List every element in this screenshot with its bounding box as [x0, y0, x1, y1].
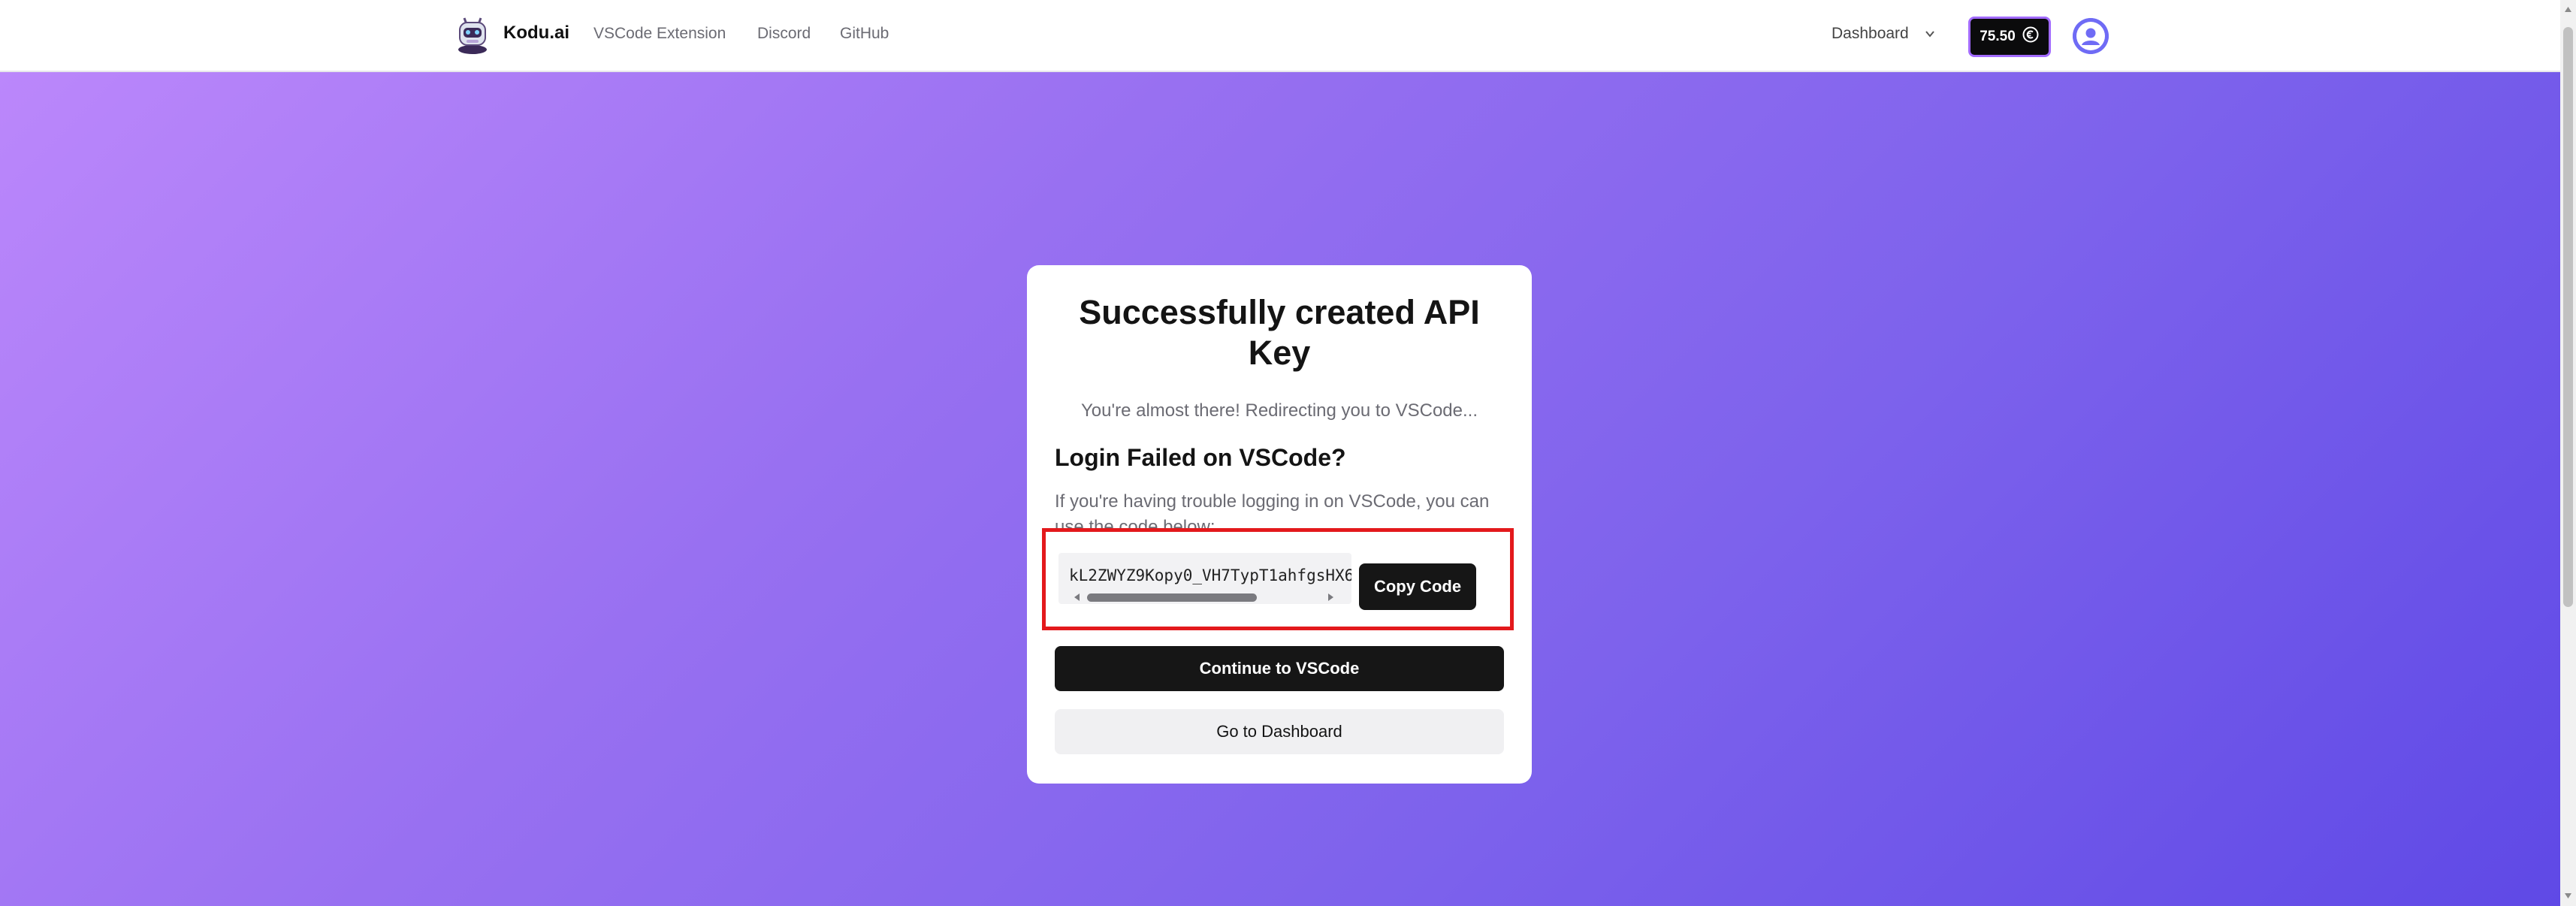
brand-name[interactable]: Kodu.ai [503, 23, 569, 44]
vertical-scrollbar-thumb[interactable] [2563, 27, 2573, 607]
redirect-message: You're almost there! Redirecting you to … [1081, 400, 1478, 421]
copy-code-button[interactable]: Copy Code [1359, 563, 1476, 610]
horizontal-scrollbar-thumb[interactable] [1087, 593, 1257, 602]
code-highlight-box: kL2ZWYZ9Kopy0_VH7TypT1ahfgsHX6 Copy Code [1042, 528, 1514, 630]
scroll-left-icon[interactable] [1072, 592, 1083, 602]
scroll-right-icon[interactable] [1325, 592, 1336, 602]
main-background: Successfully created API Key You're almo… [0, 72, 2560, 906]
scroll-up-icon[interactable] [2563, 5, 2573, 14]
go-to-dashboard-button[interactable]: Go to Dashboard [1055, 709, 1504, 754]
credits-amount: 75.50 [1980, 29, 2016, 44]
robot-logo-icon[interactable] [454, 15, 491, 56]
credits-button[interactable]: 75.50 [1968, 17, 2051, 57]
chevron-down-icon[interactable] [1923, 27, 1937, 41]
login-failed-heading: Login Failed on VSCode? [1055, 444, 1346, 471]
dashboard-dropdown[interactable]: Dashboard [1832, 25, 1909, 43]
scroll-down-icon[interactable] [2563, 891, 2573, 901]
top-navbar: Kodu.ai VSCode Extension Discord GitHub … [0, 0, 2560, 72]
page-scrollbar[interactable] [2560, 0, 2576, 906]
api-code-field[interactable]: kL2ZWYZ9Kopy0_VH7TypT1ahfgsHX6 [1058, 553, 1351, 604]
api-key-card: Successfully created API Key You're almo… [1027, 265, 1532, 784]
user-avatar-icon[interactable] [2073, 18, 2109, 54]
coin-icon [2022, 26, 2040, 48]
nav-link-discord[interactable]: Discord [757, 25, 811, 43]
page-title: Successfully created API Key [1079, 293, 1480, 372]
nav-link-vscode-extension[interactable]: VSCode Extension [593, 25, 726, 43]
continue-to-vscode-button[interactable]: Continue to VSCode [1055, 646, 1504, 691]
api-code-text[interactable]: kL2ZWYZ9Kopy0_VH7TypT1ahfgsHX6 [1069, 566, 1351, 584]
nav-link-github[interactable]: GitHub [840, 25, 889, 43]
help-text: If you're having trouble logging in on V… [1055, 491, 1490, 531]
